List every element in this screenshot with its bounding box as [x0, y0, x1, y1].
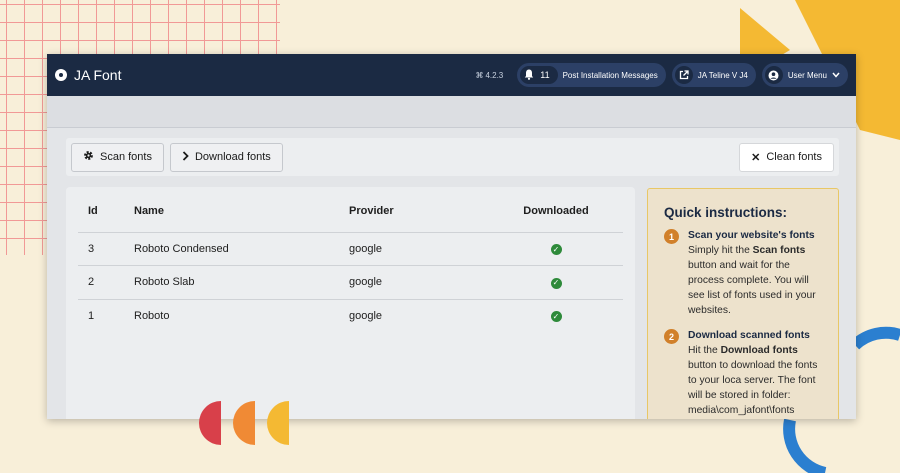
site-link-button[interactable]: JA Teline V J4	[671, 63, 756, 87]
instruction-step: 1 Scan your website's fonts Simply hit t…	[664, 228, 824, 318]
cell-id: 3	[78, 232, 134, 266]
step-text-part: Hit the	[688, 345, 721, 356]
step-body: Scan your website's fonts Simply hit the…	[688, 228, 824, 318]
notifications-badge: 11	[520, 66, 558, 84]
decorative-half-circle-red	[199, 401, 221, 445]
col-header-id[interactable]: Id	[78, 187, 134, 233]
cell-name: Roboto	[134, 310, 170, 322]
step-text-bold: Download fonts	[720, 345, 798, 356]
cell-id: 1	[88, 310, 95, 322]
jafont-logo-icon	[55, 69, 67, 81]
check-circle-icon: ✓	[550, 277, 562, 289]
chevron-right-icon	[182, 150, 189, 164]
app-logo: JA Font	[55, 67, 121, 83]
external-link-icon	[674, 66, 693, 84]
cell-downloaded: ✓	[489, 265, 623, 300]
cell-provider: google	[349, 232, 489, 266]
decorative-arc-top	[850, 326, 900, 350]
table-row: 3 Roboto Condensed google ✓	[78, 232, 623, 266]
decorative-arc-bottom	[783, 418, 827, 473]
check-circle-icon: ✓	[550, 244, 562, 255]
fonts-table: Id Name Provider Downloaded 3 Roboto Con…	[78, 187, 623, 333]
toolbar: Scan fonts Download fonts ✕ Clean fonts	[66, 138, 839, 176]
step-text-part: Simply hit the	[688, 245, 753, 256]
step-text: Hit the Download fonts button to downloa…	[688, 343, 824, 418]
quick-instructions-panel: Quick instructions: 1 Scan your website'…	[647, 188, 839, 419]
user-icon	[764, 66, 783, 84]
user-menu-button[interactable]: User Menu	[761, 63, 848, 87]
decorative-half-circle-yellow	[267, 401, 289, 445]
cell-downloaded: ✓	[489, 232, 623, 266]
instructions-title: Quick instructions:	[664, 205, 788, 220]
download-fonts-label: Download fonts	[194, 151, 271, 163]
table-row: 1 Roboto google ✓	[78, 299, 623, 333]
step-text: Simply hit the Scan fonts button and wai…	[688, 243, 824, 318]
cell-provider: google	[349, 310, 383, 322]
fonts-table-panel: Id Name Provider Downloaded 3 Roboto Con…	[66, 187, 635, 419]
version-label: 4.2.3	[485, 70, 504, 80]
check-circle-icon: ✓	[550, 311, 562, 323]
notifications-count: 11	[540, 70, 550, 80]
step-title: Scan your website's fonts	[688, 230, 815, 241]
step-text-bold: Scan fonts	[752, 245, 806, 256]
cell-provider: google	[349, 265, 489, 300]
decorative-half-circles	[199, 401, 289, 445]
col-header-downloaded[interactable]: Downloaded	[489, 187, 623, 233]
subheader-bar	[47, 96, 856, 128]
decorative-half-circle-orange	[233, 401, 255, 445]
instruction-step: 2 Download scanned fonts Hit the Downloa…	[664, 328, 824, 418]
step-text-part: button and wait for the process complete…	[688, 260, 816, 316]
col-header-provider[interactable]: Provider	[349, 187, 489, 233]
col-header-name[interactable]: Name	[134, 187, 349, 233]
app-title: JA Font	[74, 67, 122, 83]
download-fonts-button[interactable]: Download fonts	[169, 142, 283, 172]
chevron-down-icon	[832, 70, 840, 80]
top-header: JA Font ⌘ 4.2.3 11 Post Installation Mes…	[47, 54, 856, 96]
step-text-part: button to download the fonts to your loc…	[688, 360, 818, 416]
joomla-icon: ⌘	[475, 70, 484, 80]
gear-icon	[83, 150, 94, 164]
cell-name: Roboto Slab	[134, 265, 349, 300]
version-info: ⌘ 4.2.3	[475, 71, 503, 80]
step-title: Download scanned fonts	[688, 330, 810, 341]
post-installation-messages-button[interactable]: 11 Post Installation Messages	[517, 63, 666, 87]
step-number: 2	[664, 329, 679, 344]
cell-name: Roboto Condensed	[134, 232, 349, 266]
table-header-row: Id Name Provider Downloaded	[78, 187, 623, 233]
step-number: 1	[664, 229, 679, 244]
post-install-label: Post Installation Messages	[562, 70, 658, 80]
scan-fonts-label: Scan fonts	[100, 151, 152, 163]
step-body: Download scanned fonts Hit the Download …	[688, 328, 824, 418]
table-row: 2 Roboto Slab google ✓	[78, 265, 623, 300]
site-label: JA Teline V J4	[697, 70, 748, 80]
user-menu-label: User Menu	[787, 70, 827, 80]
clean-fonts-label: Clean fonts	[766, 151, 822, 163]
close-icon: ✕	[751, 151, 761, 164]
scan-fonts-button[interactable]: Scan fonts	[71, 142, 164, 172]
cell-downloaded: ✓	[489, 299, 623, 333]
app-window: JA Font ⌘ 4.2.3 11 Post Installation Mes…	[47, 54, 856, 419]
cell-id: 2	[78, 265, 134, 300]
clean-fonts-button[interactable]: ✕ Clean fonts	[739, 142, 834, 172]
bell-icon	[524, 69, 534, 82]
